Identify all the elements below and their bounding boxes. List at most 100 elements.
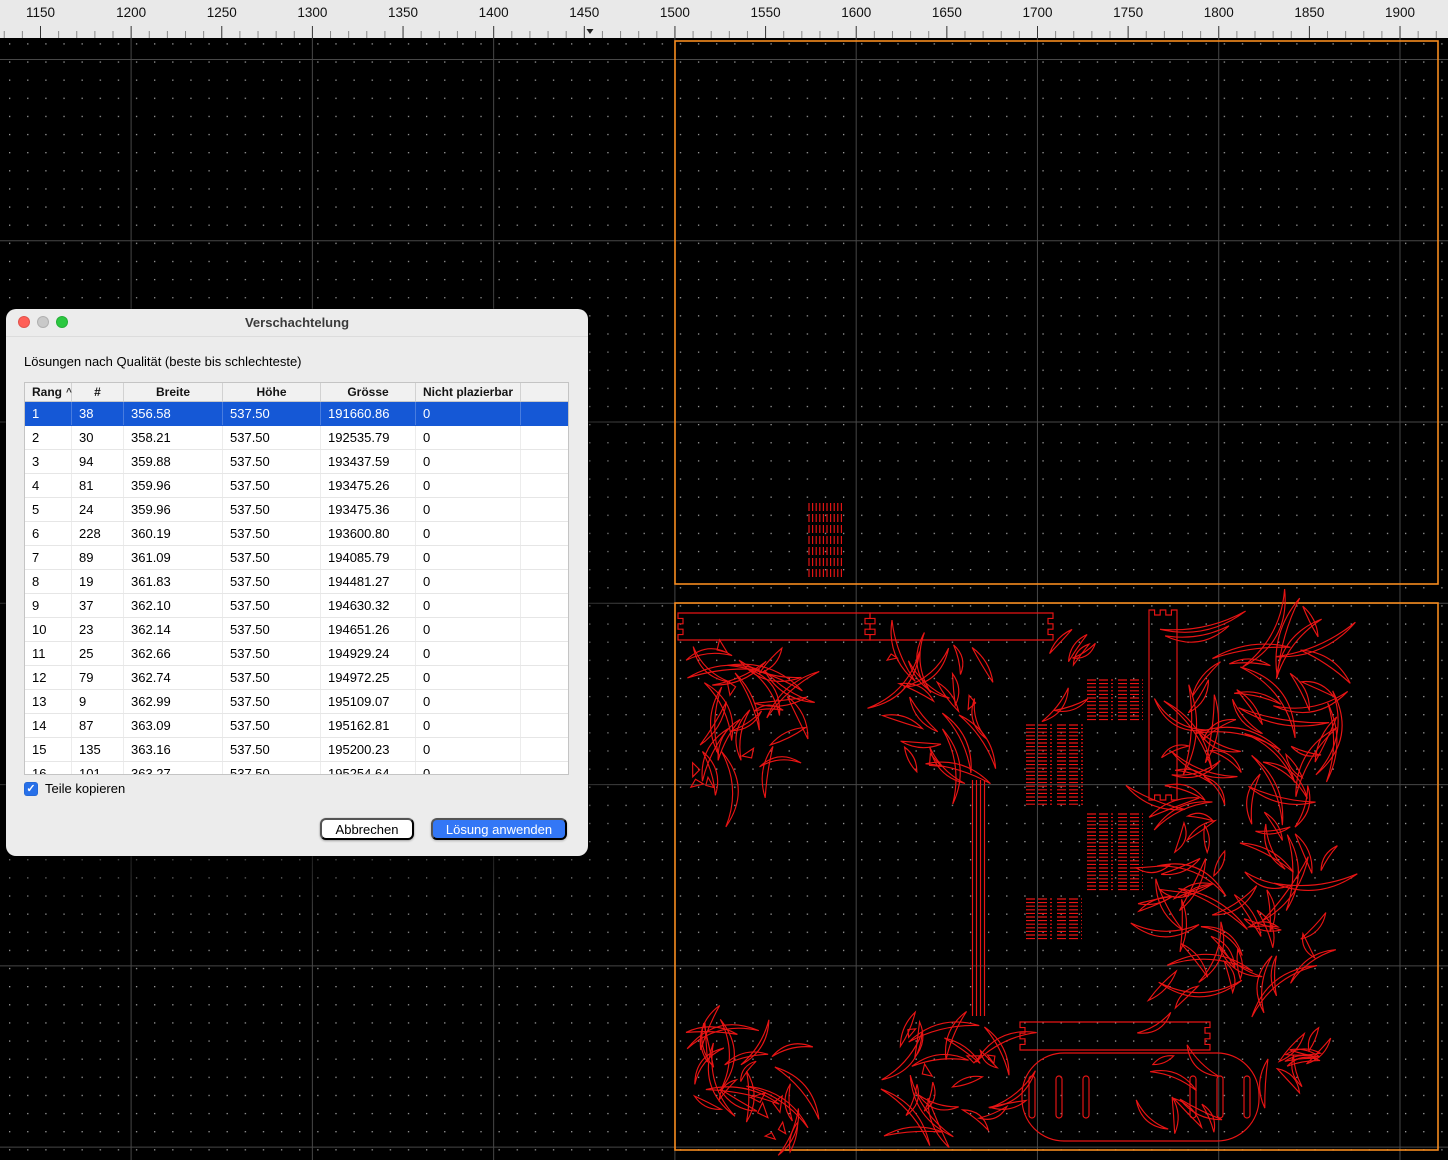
row-filler (521, 570, 568, 593)
cell: 0 (416, 522, 521, 545)
minimize-button[interactable] (37, 316, 49, 328)
zoom-button[interactable] (56, 316, 68, 328)
cell: 537.50 (223, 762, 321, 775)
cell: 135 (72, 738, 124, 761)
cell: 361.83 (124, 570, 223, 593)
row-filler (521, 594, 568, 617)
cell: 194972.25 (321, 666, 416, 689)
table-row[interactable]: 394359.88537.50193437.590 (25, 450, 568, 474)
table-row[interactable]: 139362.99537.50195109.070 (25, 690, 568, 714)
cell: 362.99 (124, 690, 223, 713)
ruler-label: 1800 (1204, 5, 1234, 20)
table-row[interactable]: 937362.10537.50194630.320 (25, 594, 568, 618)
cell: 362.14 (124, 618, 223, 641)
row-filler (521, 618, 568, 641)
column-header-3[interactable]: Breite (124, 383, 223, 401)
cell: 19 (72, 570, 124, 593)
table-header: Rang^#BreiteHöheGrösseNicht plazierbar (25, 383, 568, 402)
cell: 0 (416, 546, 521, 569)
table-row[interactable]: 481359.96537.50193475.260 (25, 474, 568, 498)
ruler-label: 1300 (297, 5, 327, 20)
ruler-position-marker (587, 29, 594, 34)
cell: 359.96 (124, 498, 223, 521)
cell: 228 (72, 522, 124, 545)
cell: 537.50 (223, 666, 321, 689)
ruler-label: 1400 (479, 5, 509, 20)
table-row[interactable]: 138356.58537.50191660.860 (25, 402, 568, 426)
table-row[interactable]: 789361.09537.50194085.790 (25, 546, 568, 570)
table-row[interactable]: 230358.21537.50192535.790 (25, 426, 568, 450)
cell: 11 (25, 642, 72, 665)
cell: 0 (416, 714, 521, 737)
cell: 0 (416, 666, 521, 689)
cell: 537.50 (223, 738, 321, 761)
dialog-titlebar[interactable]: Verschachtelung (6, 309, 588, 337)
ruler-label: 1900 (1385, 5, 1415, 20)
cell: 195200.23 (321, 738, 416, 761)
row-filler (521, 690, 568, 713)
table-row[interactable]: 1125362.66537.50194929.240 (25, 642, 568, 666)
cell: 0 (416, 762, 521, 775)
cell: 537.50 (223, 402, 321, 425)
cell: 363.09 (124, 714, 223, 737)
cell: 0 (416, 642, 521, 665)
row-filler (521, 450, 568, 473)
cell: 361.09 (124, 546, 223, 569)
column-header-4[interactable]: Höhe (223, 383, 321, 401)
cell: 537.50 (223, 522, 321, 545)
ruler-scale: 1150120012501300135014001450150015501600… (0, 0, 1448, 38)
table-row[interactable]: 16101363.27537.50195254.640 (25, 762, 568, 775)
table-row[interactable]: 819361.83537.50194481.270 (25, 570, 568, 594)
copy-parts-checkbox[interactable]: ✓ (24, 782, 38, 796)
row-filler (521, 738, 568, 761)
column-header-6[interactable]: Nicht plazierbar (416, 383, 521, 401)
table-row[interactable]: 15135363.16537.50195200.230 (25, 738, 568, 762)
cell: 360.19 (124, 522, 223, 545)
cell: 0 (416, 570, 521, 593)
cell: 0 (416, 738, 521, 761)
column-header-1[interactable]: Rang^ (25, 383, 72, 401)
ruler-label: 1600 (841, 5, 871, 20)
cell: 0 (416, 498, 521, 521)
cell: 87 (72, 714, 124, 737)
ruler-label: 1550 (751, 5, 781, 20)
cell: 79 (72, 666, 124, 689)
column-header-5[interactable]: Grösse (321, 383, 416, 401)
table-body: 138356.58537.50191660.860230358.21537.50… (25, 402, 568, 775)
cell: 191660.86 (321, 402, 416, 425)
row-filler (521, 402, 568, 425)
column-header-2[interactable]: # (72, 383, 124, 401)
cell: 0 (416, 690, 521, 713)
close-button[interactable] (18, 316, 30, 328)
cell: 3 (25, 450, 72, 473)
cell: 356.58 (124, 402, 223, 425)
cell: 359.96 (124, 474, 223, 497)
cell: 362.10 (124, 594, 223, 617)
ruler-label: 1200 (116, 5, 146, 20)
cell: 537.50 (223, 570, 321, 593)
cell: 0 (416, 474, 521, 497)
table-row[interactable]: 524359.96537.50193475.360 (25, 498, 568, 522)
copy-parts-row: ✓ Teile kopieren (24, 781, 125, 796)
cell: 537.50 (223, 546, 321, 569)
cell: 2 (25, 426, 72, 449)
cell: 0 (416, 618, 521, 641)
cell: 537.50 (223, 618, 321, 641)
cell: 5 (25, 498, 72, 521)
table-row[interactable]: 1279362.74537.50194972.250 (25, 666, 568, 690)
cell: 15 (25, 738, 72, 761)
cell: 194481.27 (321, 570, 416, 593)
cancel-button[interactable]: Abbrechen (320, 818, 414, 840)
cell: 0 (416, 594, 521, 617)
dialog-title: Verschachtelung (6, 309, 588, 336)
table-row[interactable]: 6228360.19537.50193600.800 (25, 522, 568, 546)
table-row[interactable]: 1487363.09537.50195162.810 (25, 714, 568, 738)
cell: 7 (25, 546, 72, 569)
cell: 9 (72, 690, 124, 713)
cell: 0 (416, 450, 521, 473)
cell: 24 (72, 498, 124, 521)
cell: 359.88 (124, 450, 223, 473)
table-row[interactable]: 1023362.14537.50194651.260 (25, 618, 568, 642)
row-filler (521, 714, 568, 737)
apply-solution-button[interactable]: Lösung anwenden (431, 818, 567, 840)
